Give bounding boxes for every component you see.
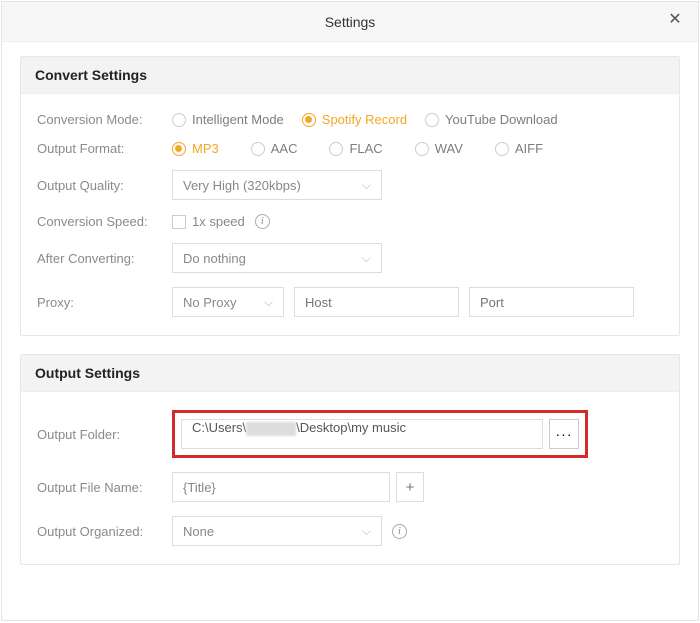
output-format-radio-aac[interactable]: AAC (251, 141, 298, 156)
conversion-mode-radio-label: Spotify Record (322, 112, 407, 127)
conversion-mode-radio-label: YouTube Download (445, 112, 558, 127)
output-format-label: Output Format: (37, 141, 172, 156)
proxy-value: No Proxy (183, 295, 236, 310)
add-tag-button[interactable]: + (396, 472, 424, 502)
output-format-radio-aiff[interactable]: AIFF (495, 141, 543, 156)
output-quality-label: Output Quality: (37, 178, 172, 193)
radio-circle-icon (172, 113, 186, 127)
radio-circle-icon (415, 142, 429, 156)
dialog-body: Convert Settings Conversion Mode: Intell… (2, 42, 698, 597)
output-format-radio-label: AAC (271, 141, 298, 156)
radio-circle-icon (302, 113, 316, 127)
proxy-port-input[interactable] (469, 287, 634, 317)
settings-dialog: Settings ✕ Convert Settings Conversion M… (1, 1, 699, 621)
output-organized-value: None (183, 524, 214, 539)
chevron-down-icon: ⌵ (362, 251, 371, 266)
output-filename-input[interactable] (172, 472, 390, 502)
proxy-select[interactable]: No Proxy ⌵ (172, 287, 284, 317)
dialog-header: Settings ✕ (2, 2, 698, 42)
output-organized-select[interactable]: None ⌵ (172, 516, 382, 546)
radio-circle-icon (251, 142, 265, 156)
after-converting-value: Do nothing (183, 251, 246, 266)
speed-value: 1x speed (192, 214, 245, 229)
output-settings-panel: Output Settings Output Folder: C:\Users\… (20, 354, 680, 565)
chevron-down-icon: ⌵ (362, 524, 371, 539)
output-format-radio-wav[interactable]: WAV (415, 141, 463, 156)
output-folder-label: Output Folder: (37, 427, 172, 442)
radio-circle-icon (425, 113, 439, 127)
redacted-username (246, 422, 296, 436)
conversion-speed-label: Conversion Speed: (37, 214, 172, 229)
conversion-mode-radio-spotify-record[interactable]: Spotify Record (302, 112, 407, 127)
output-format-radio-label: MP3 (192, 141, 219, 156)
output-format-radio-label: FLAC (349, 141, 382, 156)
proxy-host-input[interactable] (294, 287, 459, 317)
chevron-down-icon: ⌵ (264, 295, 273, 310)
conversion-mode-label: Conversion Mode: (37, 112, 172, 127)
chevron-down-icon: ⌵ (362, 178, 371, 193)
info-icon[interactable]: i (255, 214, 270, 229)
radio-circle-icon (172, 142, 186, 156)
info-icon[interactable]: i (392, 524, 407, 539)
after-converting-select[interactable]: Do nothing ⌵ (172, 243, 382, 273)
convert-settings-panel: Convert Settings Conversion Mode: Intell… (20, 56, 680, 336)
browse-folder-button[interactable]: ··· (549, 419, 579, 449)
conversion-mode-radio-label: Intelligent Mode (192, 112, 284, 127)
output-format-radio-mp3[interactable]: MP3 (172, 141, 219, 156)
output-format-radio-label: AIFF (515, 141, 543, 156)
proxy-label: Proxy: (37, 295, 172, 310)
output-panel-title: Output Settings (21, 355, 679, 392)
radio-circle-icon (495, 142, 509, 156)
radio-circle-icon (329, 142, 343, 156)
output-format-radio-flac[interactable]: FLAC (329, 141, 382, 156)
convert-panel-title: Convert Settings (21, 57, 679, 94)
conversion-mode-radio-intelligent-mode[interactable]: Intelligent Mode (172, 112, 284, 127)
close-button[interactable]: ✕ (666, 12, 684, 30)
dialog-title: Settings (325, 14, 376, 30)
output-organized-label: Output Organized: (37, 524, 172, 539)
output-format-radio-label: WAV (435, 141, 463, 156)
output-folder-highlight: C:\Users\\Desktop\my music ··· (172, 410, 588, 458)
conversion-mode-radio-youtube-download[interactable]: YouTube Download (425, 112, 558, 127)
after-converting-label: After Converting: (37, 251, 172, 266)
speed-checkbox[interactable] (172, 215, 186, 229)
output-quality-select[interactable]: Very High (320kbps) ⌵ (172, 170, 382, 200)
output-filename-label: Output File Name: (37, 480, 172, 495)
output-quality-value: Very High (320kbps) (183, 178, 301, 193)
output-folder-input[interactable]: C:\Users\\Desktop\my music (181, 419, 543, 449)
